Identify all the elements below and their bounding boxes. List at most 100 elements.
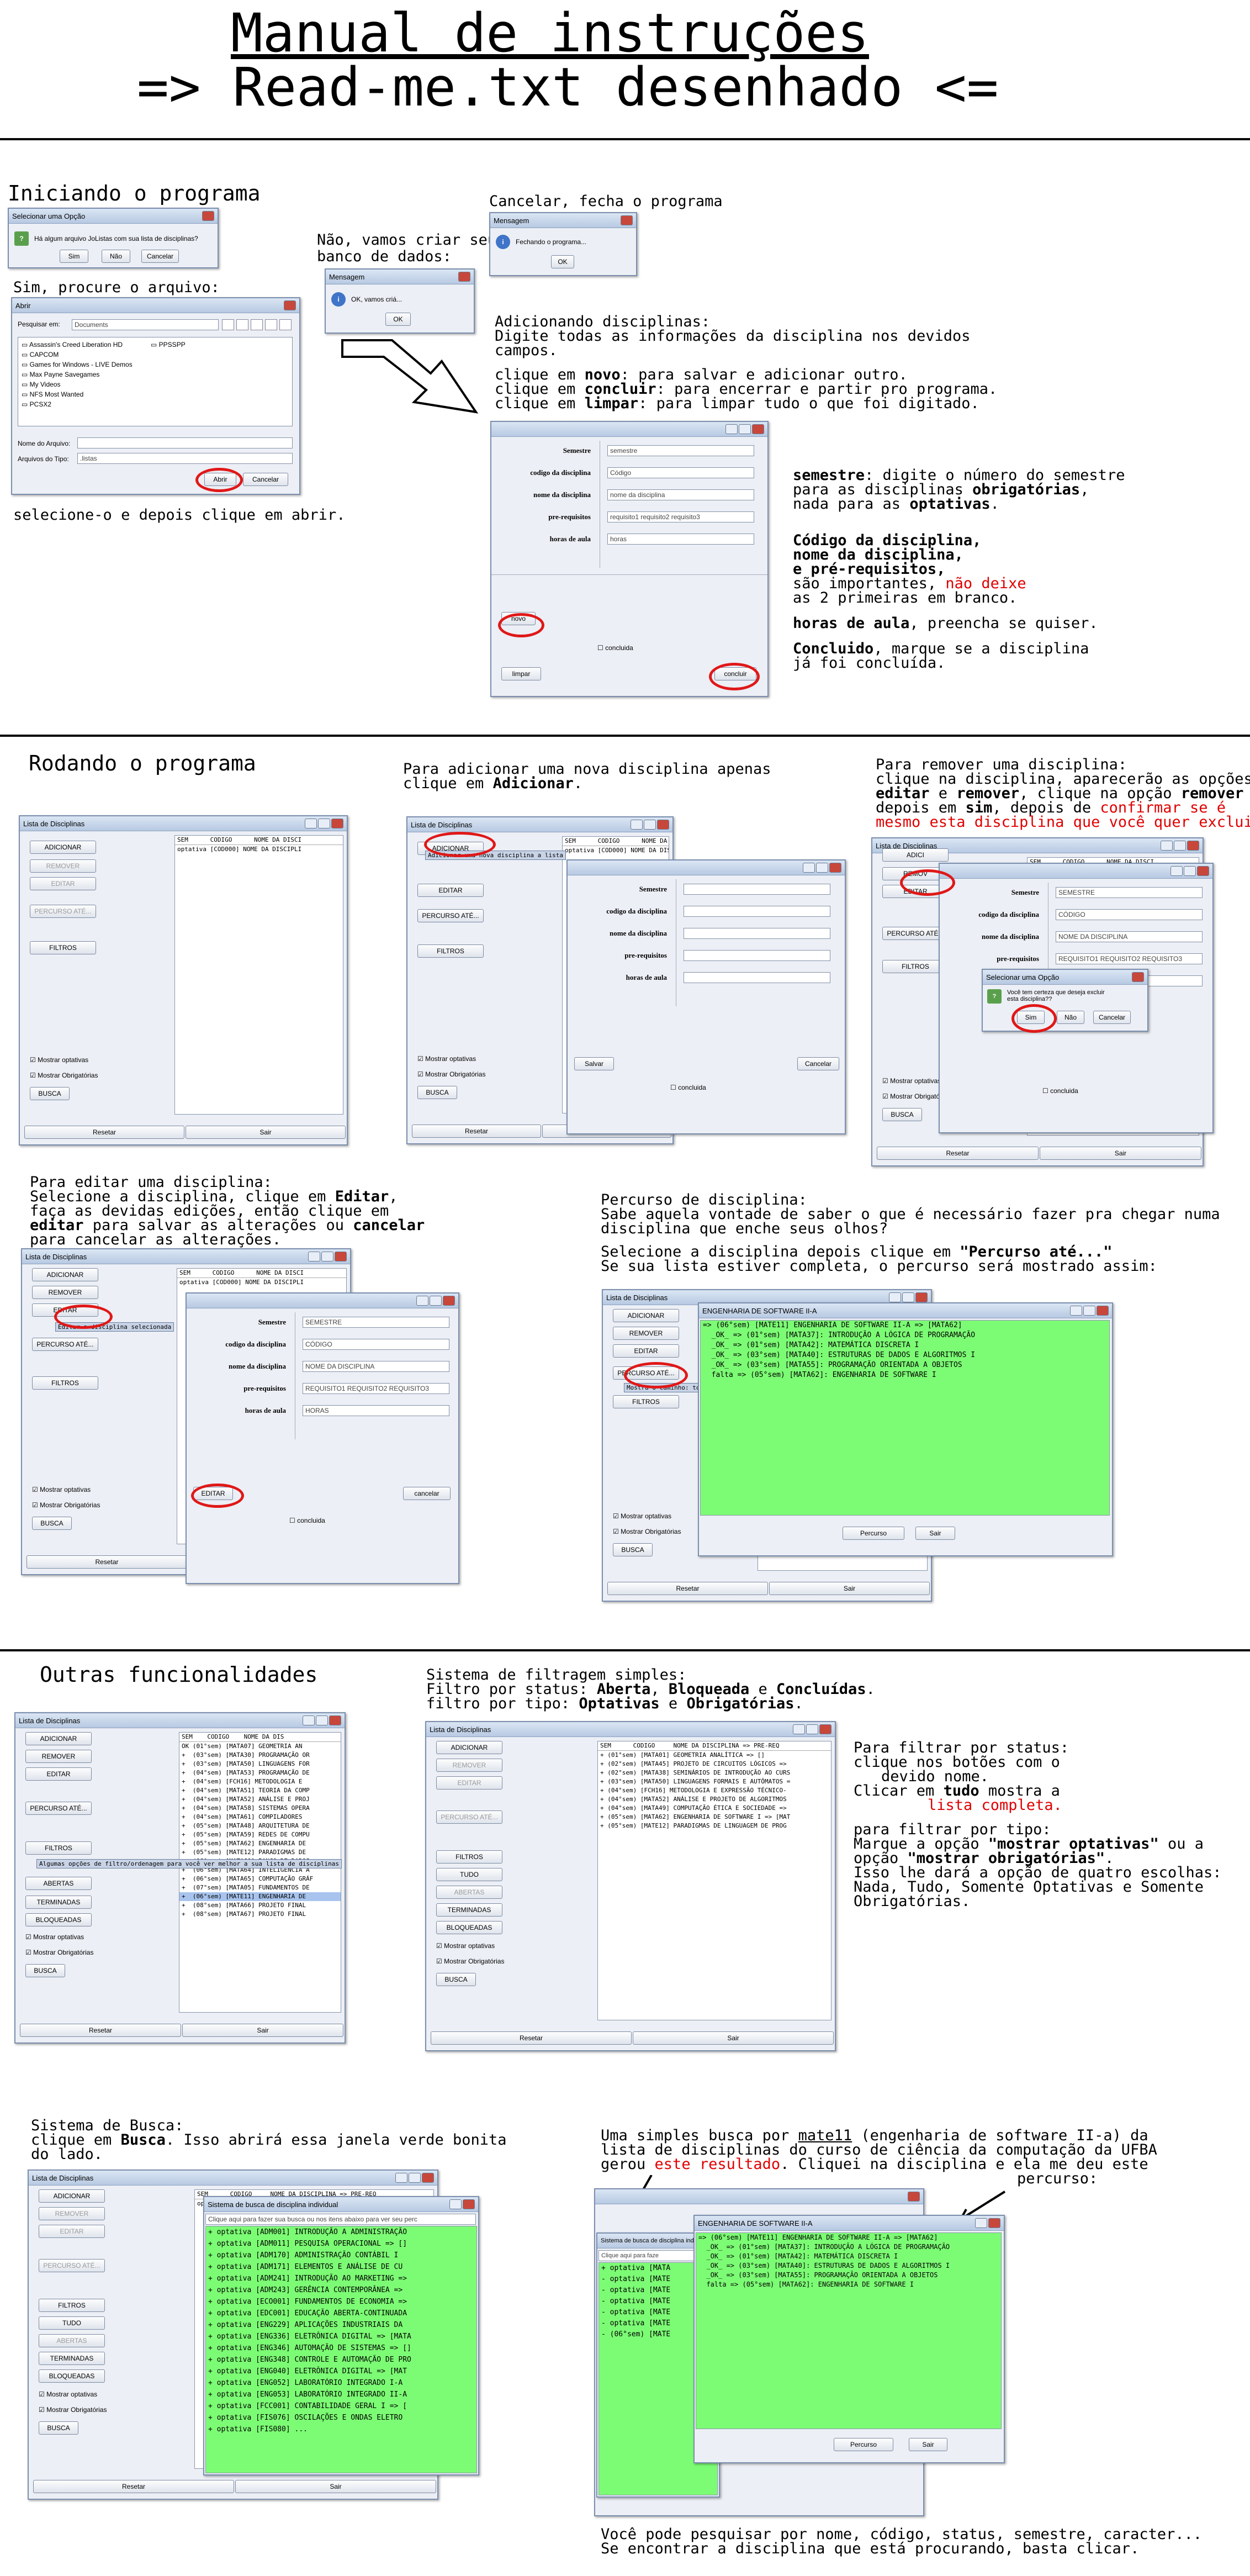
list-item[interactable]: + optativa [ADM171] ELEMENTOS E ANÁLISE … (206, 2261, 476, 2273)
list-item[interactable]: + (03°sem) [MATA30] PROGRAMAÇÃO OR (179, 1751, 341, 1760)
close-icon[interactable] (908, 2192, 920, 2202)
maximize-icon[interactable] (975, 2218, 987, 2228)
maximize-icon[interactable] (1174, 841, 1186, 851)
sidebar-button[interactable]: TERMINADAS (436, 1903, 502, 1917)
maximize-icon[interactable] (430, 1296, 442, 1306)
minimize-icon[interactable] (631, 820, 643, 830)
limpar-button[interactable]: limpar (501, 667, 541, 680)
search-button[interactable]: BUSCA (25, 1964, 65, 1977)
form-field[interactable] (684, 972, 830, 983)
close-icon[interactable] (752, 424, 764, 434)
sidebar-button[interactable]: TUDO (39, 2316, 105, 2330)
list-item[interactable]: + (04°sem) [MATA49] COMPUTAÇÃO ÉTICA E S… (598, 1804, 831, 1813)
path-list[interactable]: => (06°sem) [MATE11] ENGENHARIA DE SOFTW… (696, 2232, 1002, 2429)
sidebar-button[interactable]: ADICIONAR (32, 1268, 98, 1281)
close-icon[interactable] (443, 1296, 455, 1306)
cancel-button[interactable]: cancelar (403, 1487, 451, 1500)
form-field[interactable] (684, 950, 830, 961)
close-icon[interactable] (422, 2173, 434, 2183)
sidebar-button[interactable]: BLOQUEADAS (25, 1913, 92, 1926)
list-item[interactable]: + optativa [ENG052] LABORATÓRIO INTEGRAD… (206, 2377, 476, 2389)
list-item[interactable]: + optativa [FIS080] ... (206, 2424, 476, 2435)
path-list[interactable]: => (06°sem) [MATE11] ENGENHARIA DE SOFTW… (700, 1320, 1110, 1516)
new-folder-icon[interactable] (251, 319, 263, 330)
list-item[interactable]: + (05°sem) [MATA62] ENGENHARIA DE (179, 1839, 341, 1848)
details-view-icon[interactable] (279, 319, 292, 330)
minimize-icon[interactable] (1070, 1306, 1082, 1316)
list-item[interactable]: + (05°sem) [MATE12] PARADIGMAS DE LINGUA… (598, 1822, 831, 1830)
minimize-icon[interactable] (889, 1292, 901, 1302)
sidebar-button[interactable]: EDITAR (436, 1776, 502, 1790)
sidebar-button[interactable]: ADICIONAR (436, 1741, 502, 1754)
sidebar-button[interactable]: TUDO (436, 1868, 502, 1881)
show-optional-checkbox[interactable]: ☑ Mostrar optativas (32, 1486, 91, 1493)
list-item[interactable]: _OK_ => (03°sem) [MATA55]: PROGRAMAÇÃO O… (701, 1360, 1109, 1370)
list-item[interactable]: _OK_ => (01°sem) [MATA37]: INTRODUÇÃO A … (701, 1331, 1109, 1340)
exit-button[interactable]: Sair (909, 2438, 947, 2451)
maximize-icon[interactable] (1083, 1306, 1095, 1316)
list-item[interactable]: + (05°sem) [MATE12] PARADIGMAS DE (179, 1848, 341, 1857)
file-item[interactable]: ▭ Max Payne Savegames (22, 369, 133, 379)
list-item[interactable]: + (05°sem) [MATA48] ARQUITETURA DE (179, 1822, 341, 1830)
maximize-icon[interactable] (321, 1252, 333, 1261)
close-icon[interactable] (1132, 972, 1144, 982)
close-icon[interactable] (915, 1292, 928, 1302)
sidebar-button[interactable]: ADICIONAR (25, 1732, 92, 1745)
maximize-icon[interactable] (739, 424, 751, 434)
show-optional-checkbox[interactable]: ☑ Mostrar optativas (613, 1512, 671, 1520)
form-field[interactable]: REQUISITO1 REQUISITO2 REQUISITO3 (1056, 953, 1203, 964)
exit-button[interactable]: Sair (769, 1582, 930, 1595)
form-field[interactable]: NOME DA DISCIPLINA (1056, 931, 1203, 942)
reset-button[interactable]: Resetar (412, 1125, 541, 1138)
cancel-button[interactable]: Cancelar (141, 250, 179, 263)
sidebar-button[interactable]: EDITAR (613, 1344, 679, 1358)
list-item[interactable]: + optativa [ECO001] FUNDAMENTOS DE ECONO… (206, 2296, 476, 2308)
concluida-checkbox[interactable]: ☐ concluida (289, 1517, 325, 1524)
search-results-list[interactable]: + optativa [ADM001] INTRODUÇÃO A ADMINIS… (205, 2226, 477, 2473)
sidebar-button[interactable]: PERCURSO ATÉ... (436, 1810, 502, 1824)
show-required-checkbox[interactable]: ☑ Mostrar Obrigatórias (32, 1501, 100, 1509)
sidebar-button[interactable]: TERMINADAS (25, 1896, 92, 1909)
sidebar-button[interactable]: PERCURSO ATÉ... (417, 909, 484, 922)
exit-button[interactable]: Sair (186, 1126, 346, 1139)
reset-button[interactable]: Resetar (27, 1555, 187, 1569)
file-item[interactable]: ▭ Assassin's Creed Liberation HD (22, 340, 133, 350)
filetype-select[interactable]: .listas (77, 453, 293, 464)
file-list[interactable]: ▭ Assassin's Creed Liberation HD ▭ CAPCOM… (18, 337, 293, 426)
list-item[interactable]: + optativa [ENG346] AUTOMAÇÃO DE SISTEMA… (206, 2342, 476, 2354)
form-field[interactable]: SEMESTRE (1056, 887, 1203, 898)
list-item[interactable]: + optativa [ENG336] ELETRÔNICA DIGITAL =… (206, 2331, 476, 2342)
show-required-checkbox[interactable]: ☑ Mostrar Obrigatórias (39, 2406, 107, 2414)
sidebar-button[interactable]: REMOVER (32, 1286, 98, 1299)
sidebar-button[interactable]: BLOQUEADAS (39, 2369, 105, 2383)
list-item[interactable]: + optativa [ADM001] INTRODUÇÃO A ADMINIS… (206, 2226, 476, 2238)
list-item[interactable]: + (08°sem) [MATA66] PROJETO FINAL (179, 1901, 341, 1910)
look-in-select[interactable]: Documents (72, 319, 219, 330)
show-required-checkbox[interactable]: ☑ Mostrar Obrigatórias (436, 1957, 504, 1965)
list-item[interactable]: + (05°sem) [MATA62] ENGENHARIA DE SOFTWA… (598, 1813, 831, 1822)
reset-button[interactable]: Resetar (431, 2031, 632, 2045)
list-item[interactable]: + (08°sem) [MATA67] PROJETO FINAL (179, 1910, 341, 1919)
sidebar-button[interactable]: ABERTAS (25, 1877, 92, 1890)
sidebar-button[interactable]: ADICIONAR (613, 1309, 679, 1322)
form-field[interactable]: Código (607, 467, 754, 478)
close-icon[interactable] (819, 1724, 831, 1734)
sidebar-button[interactable]: PERCURSO ATÉ... (32, 1338, 98, 1351)
close-icon[interactable] (1187, 841, 1199, 851)
maximize-icon[interactable] (409, 2173, 421, 2183)
close-icon[interactable] (458, 272, 470, 282)
list-item[interactable]: => (06°sem) [MATE11] ENGENHARIA DE SOFTW… (701, 1321, 1109, 1331)
save-button[interactable]: Salvar (574, 1057, 614, 1070)
list-item[interactable]: => (06°sem) [MATE11] ENGENHARIA DE SOFTW… (696, 2233, 1001, 2242)
cancel-button[interactable]: Cancelar (243, 473, 288, 486)
file-item[interactable]: ▭ Games for Windows - LIVE Demos (22, 360, 133, 369)
sidebar-button[interactable]: EDITAR (25, 1767, 92, 1781)
form-field[interactable]: CÓDIGO (303, 1339, 449, 1350)
search-button[interactable]: BUSCA (882, 1108, 922, 1121)
list-item[interactable]: _OK_ => (03°sem) [MATA40]: ESTRUTURAS DE… (701, 1350, 1109, 1360)
form-field[interactable] (684, 884, 830, 895)
show-optional-checkbox[interactable]: ☑ Mostrar optativas (30, 1056, 88, 1064)
reset-button[interactable]: Resetar (877, 1147, 1039, 1160)
file-item[interactable]: ▭ PCSX2 (22, 399, 133, 409)
form-field[interactable]: HORAS (303, 1405, 449, 1416)
